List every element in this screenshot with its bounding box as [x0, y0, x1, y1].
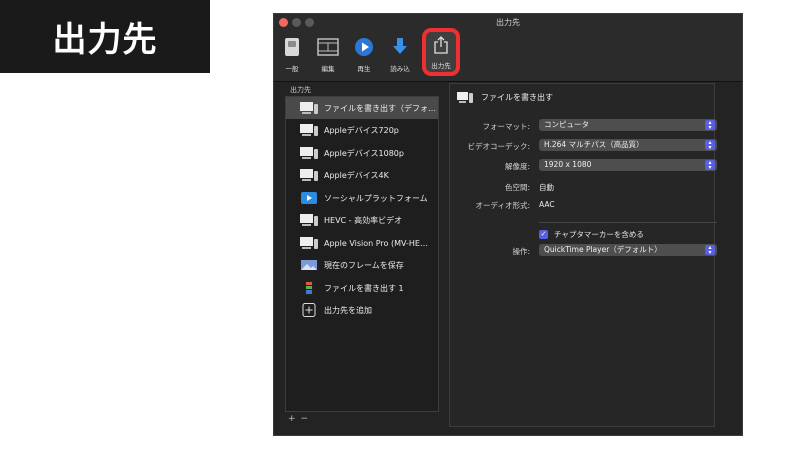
- list-item[interactable]: ファイルを書き出す（デフォ…: [286, 97, 438, 119]
- action-value: QuickTime Player（デフォルト）: [544, 245, 662, 254]
- list-item[interactable]: Appleデバイス4K: [286, 164, 438, 186]
- preferences-toolbar: 一般 編集 再生 読み込 出力先: [274, 28, 742, 82]
- colorspace-value: 自動: [539, 183, 554, 192]
- audio-format-label: オーディオ形式:: [475, 201, 530, 210]
- computer-icon: [299, 213, 319, 227]
- checkmark-icon[interactable]: ✓: [539, 230, 548, 239]
- tab-playback[interactable]: 再生: [346, 34, 382, 80]
- film-icon: [317, 36, 339, 58]
- audio-format-value: AAC: [539, 200, 555, 209]
- computer-icon: [299, 101, 319, 115]
- sidebar-header: 出力先: [290, 86, 311, 94]
- detail-title: ファイルを書き出す: [481, 93, 553, 102]
- plus-icon: [299, 303, 319, 317]
- tab-general-label: 一般: [285, 65, 299, 73]
- download-icon: [389, 36, 411, 58]
- settings-window: 出力先 一般 編集 再生 読み込 出力先 出力先 ファイルを書き出す（デフォ… …: [273, 13, 743, 436]
- action-select[interactable]: QuickTime Player（デフォルト） ▴ ▾: [539, 244, 717, 256]
- list-item[interactable]: 現在のフレームを保存: [286, 254, 438, 276]
- tab-general[interactable]: 一般: [274, 34, 310, 80]
- page-title-banner: 出力先: [0, 0, 210, 73]
- tab-destinations[interactable]: 出力先: [422, 28, 460, 76]
- chapter-markers-label: チャプタマーカーを含める: [554, 230, 644, 239]
- chevron-updown-icon: ▴ ▾: [705, 160, 715, 171]
- list-item-label: Appleデバイス720p: [324, 125, 399, 135]
- format-select[interactable]: コンピュータ ▴ ▾: [539, 119, 717, 131]
- list-item-label: Appleデバイス1080p: [324, 148, 404, 158]
- destinations-sidebar: 出力先 ファイルを書き出す（デフォ… Appleデバイス720p Appleデバ…: [285, 83, 440, 428]
- tab-destinations-label: 出力先: [431, 62, 451, 70]
- list-item[interactable]: Apple Vision Pro (MV-HE…: [286, 232, 438, 254]
- list-item-label: ファイルを書き出す（デフォ…: [324, 103, 436, 113]
- resolution-label: 解像度:: [504, 162, 530, 171]
- computer-icon: [299, 236, 319, 250]
- section-divider: [539, 222, 717, 223]
- computer-icon: [456, 91, 474, 104]
- list-item[interactable]: Appleデバイス1080p: [286, 142, 438, 164]
- remove-destination-button[interactable]: −: [301, 414, 309, 424]
- resolution-value: 1920 x 1080: [544, 160, 592, 169]
- devices-icon: [299, 123, 319, 137]
- format-label: フォーマット:: [482, 122, 530, 131]
- add-destination-button[interactable]: +: [288, 414, 296, 424]
- chevron-updown-icon: ▴ ▾: [705, 140, 715, 151]
- chevron-updown-icon: ▴ ▾: [705, 245, 715, 256]
- list-item[interactable]: HEVC - 高効率ビデオ: [286, 209, 438, 231]
- destinations-list: ファイルを書き出す（デフォ… Appleデバイス720p Appleデバイス10…: [285, 96, 439, 412]
- window-title: 出力先: [496, 18, 520, 27]
- action-label: 操作:: [512, 247, 530, 256]
- list-item[interactable]: ソーシャルプラットフォーム: [286, 187, 438, 209]
- codec-select[interactable]: H.264 マルチパス（高品質） ▴ ▾: [539, 139, 717, 151]
- list-item-label: HEVC - 高効率ビデオ: [324, 215, 403, 225]
- chapter-markers-option[interactable]: ✓ チャプタマーカーを含める: [539, 229, 644, 240]
- tab-playback-label: 再生: [357, 65, 371, 73]
- list-item-label: Appleデバイス4K: [324, 170, 389, 180]
- devices-icon: [299, 168, 319, 182]
- devices-icon: [299, 146, 319, 160]
- list-item-label: ソーシャルプラットフォーム: [324, 193, 428, 203]
- list-item[interactable]: ファイルを書き出す 1: [286, 277, 438, 299]
- chevron-updown-icon: ▴ ▾: [705, 120, 715, 131]
- detail-header: ファイルを書き出す: [456, 91, 553, 104]
- codec-value: H.264 マルチパス（高品質）: [544, 140, 644, 149]
- list-footer: + −: [285, 412, 439, 426]
- format-value: コンピュータ: [544, 120, 589, 129]
- list-item-label: 出力先を追加: [324, 305, 372, 315]
- resolution-select[interactable]: 1920 x 1080 ▴ ▾: [539, 159, 717, 171]
- colorspace-label: 色空間:: [504, 183, 530, 192]
- image-icon: [299, 258, 319, 272]
- list-item[interactable]: Appleデバイス720p: [286, 119, 438, 141]
- switch-icon: [281, 36, 303, 58]
- tab-editing-label: 編集: [321, 65, 335, 73]
- list-item-label: 現在のフレームを保存: [324, 260, 404, 270]
- list-item-label: ファイルを書き出す 1: [324, 283, 404, 293]
- share-icon: [430, 34, 452, 56]
- tab-import[interactable]: 読み込: [382, 34, 418, 80]
- title-bar: 出力先: [274, 14, 742, 32]
- social-icon: [299, 191, 319, 205]
- codec-label: ビデオコーデック:: [467, 142, 530, 151]
- tab-editing[interactable]: 編集: [310, 34, 346, 80]
- list-item[interactable]: 出力先を追加: [286, 299, 438, 321]
- destination-detail-panel: ファイルを書き出す フォーマット: コンピュータ ▴ ▾ ビデオコーデック: H.…: [449, 83, 717, 427]
- list-item-label: Apple Vision Pro (MV-HE…: [324, 238, 428, 248]
- film-strip-icon: [299, 281, 319, 295]
- tab-import-label: 読み込: [390, 65, 410, 73]
- play-icon: [353, 36, 375, 58]
